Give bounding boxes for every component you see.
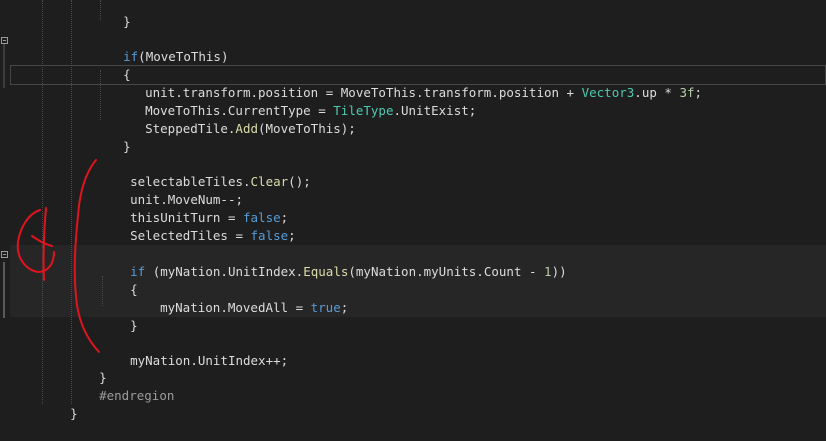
brace: } [70,406,78,421]
red-annotation-icon [16,159,100,353]
